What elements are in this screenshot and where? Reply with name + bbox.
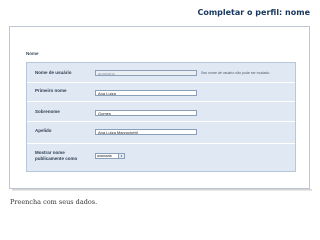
slide: Completar o perfil: nome Nome Nome de us… [0, 0, 320, 240]
username-field: anamaria [95, 70, 197, 76]
first-name-row: Primeiro nome Ana Luiza [27, 83, 295, 102]
username-hint: Seu nome de usuário não pode ser mudado. [201, 71, 271, 75]
first-name-label: Primeiro nome [35, 88, 67, 93]
last-name-label: Sobrenome [35, 109, 60, 114]
profile-form: Nome de usuário anamaria Seu nome de usu… [26, 62, 296, 172]
display-name-row: Mostrar nome publicamente como anamaria … [27, 144, 295, 172]
last-name-field[interactable]: Gomes [95, 110, 197, 116]
username-row: Nome de usuário anamaria Seu nome de usu… [27, 63, 295, 83]
section-label: Nome [26, 51, 39, 56]
slide-title: Completar o perfil: nome [197, 8, 310, 17]
nickname-row: Apelido Ana Luiza Marzochetti [27, 122, 295, 144]
display-name-select[interactable]: anamaria ▾ [95, 153, 125, 159]
username-label: Nome de usuário [35, 70, 72, 75]
slide-caption: Preencha com seus dados. [10, 198, 98, 206]
chevron-down-icon[interactable]: ▾ [118, 154, 124, 158]
frame-shadow [12, 189, 312, 191]
nickname-field[interactable]: Ana Luiza Marzochetti [95, 129, 197, 135]
nickname-label: Apelido [35, 128, 52, 133]
display-name-selected: anamaria [97, 154, 112, 158]
last-name-row: Sobrenome Gomes [27, 102, 295, 122]
first-name-field[interactable]: Ana Luiza [95, 90, 197, 96]
display-name-label-line2: publicamente como [35, 156, 78, 161]
